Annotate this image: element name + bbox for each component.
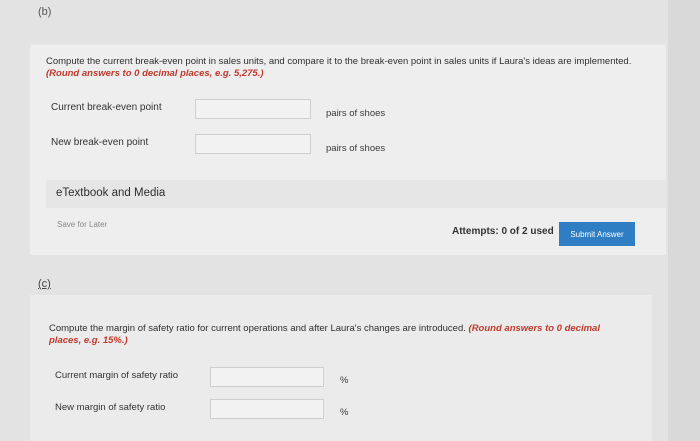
current-margin-safety-unit: %	[340, 375, 349, 386]
new-margin-safety-label: New margin of safety ratio	[55, 402, 166, 413]
save-for-later-link[interactable]: Save for Later	[57, 220, 107, 229]
current-break-even-label: Current break-even point	[51, 102, 162, 113]
current-break-even-unit: pairs of shoes	[326, 108, 386, 119]
part-c-card	[30, 295, 652, 441]
part-c-label: (c)	[38, 278, 51, 290]
current-margin-safety-label: Current margin of safety ratio	[55, 370, 179, 381]
page: (b) Compute the current break-even point…	[0, 0, 700, 441]
new-break-even-label: New break-even point	[51, 137, 149, 148]
new-margin-safety-unit: %	[340, 407, 349, 418]
new-break-even-unit: pairs of shoes	[326, 143, 386, 154]
attempts-counter: Attempts: 0 of 2 used	[452, 226, 554, 237]
part-b-instruction: (Round answers to 0 decimal places, e.g.…	[46, 68, 264, 79]
part-c-question: Compute the margin of safety ratio for c…	[49, 323, 629, 347]
new-break-even-input[interactable]	[195, 134, 311, 154]
current-margin-safety-input[interactable]	[210, 367, 324, 387]
part-b-label: (b)	[38, 6, 52, 18]
new-margin-safety-input[interactable]	[210, 399, 324, 419]
part-b-question-text: Compute the current break-even point in …	[46, 56, 632, 67]
etextbook-media-link[interactable]: eTextbook and Media	[46, 180, 666, 208]
part-c-question-text: Compute the margin of safety ratio for c…	[49, 323, 466, 334]
current-break-even-input[interactable]	[195, 99, 311, 119]
page-margin	[668, 0, 700, 441]
etextbook-media-label: eTextbook and Media	[56, 187, 166, 199]
part-b-question: Compute the current break-even point in …	[46, 56, 636, 80]
submit-answer-button[interactable]: Submit Answer	[559, 222, 635, 246]
